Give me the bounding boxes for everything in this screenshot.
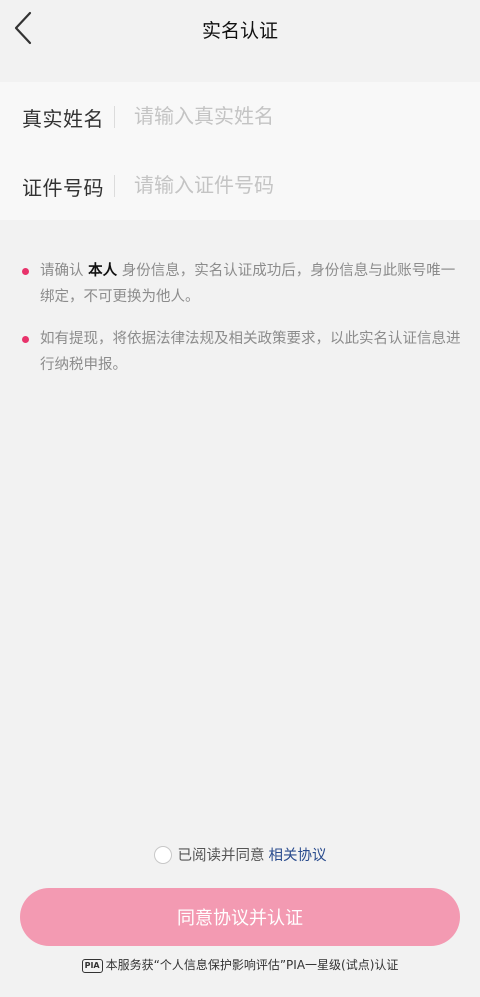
agree-radio[interactable] bbox=[153, 846, 172, 864]
pia-certification: PIA 本服务获“个人信息保护影响评估”PIA一星级(试点)认证 bbox=[0, 956, 480, 973]
pia-text: 本服务获“个人信息保护影响评估”PIA一星级(试点)认证 bbox=[105, 958, 399, 972]
agreement-link[interactable]: 相关协议 bbox=[269, 848, 327, 864]
agreement-row: 已阅读并同意 相关协议 bbox=[0, 844, 480, 865]
header: 实名认证 bbox=[0, 0, 480, 60]
id-row: 证件号码 bbox=[0, 151, 480, 220]
identity-form: 真实姓名 证件号码 bbox=[0, 82, 480, 220]
notice-list: 请确认 本人 身份信息，实名认证成功后，身份信息与此账号唯一绑定，不可更换为他人… bbox=[22, 258, 462, 394]
id-number-input[interactable] bbox=[134, 169, 454, 201]
name-row: 真实姓名 bbox=[0, 82, 480, 151]
agree-text: 已阅读并同意 bbox=[177, 848, 265, 864]
id-label: 证件号码 bbox=[22, 176, 104, 200]
divider bbox=[114, 175, 115, 197]
pia-badge-icon: PIA bbox=[81, 959, 103, 973]
name-label: 真实姓名 bbox=[22, 107, 104, 131]
note2-text: 如有提现，将依据法律法规及相关政策要求，以此实名认证信息进行纳税申报。 bbox=[40, 331, 461, 373]
page-title: 实名认证 bbox=[201, 20, 278, 42]
divider bbox=[114, 106, 115, 128]
notice-item: 如有提现，将依据法律法规及相关政策要求，以此实名认证信息进行纳税申报。 bbox=[22, 326, 462, 378]
bullet-dot-icon bbox=[22, 336, 29, 343]
agree-and-verify-button[interactable]: 同意协议并认证 bbox=[20, 888, 460, 946]
note1-bold: 本人 bbox=[88, 263, 118, 279]
name-input[interactable] bbox=[134, 100, 454, 132]
notice-item: 请确认 本人 身份信息，实名认证成功后，身份信息与此账号唯一绑定，不可更换为他人… bbox=[22, 258, 462, 310]
bullet-dot-icon bbox=[22, 268, 29, 275]
note1-prefix: 请确认 bbox=[40, 263, 89, 279]
